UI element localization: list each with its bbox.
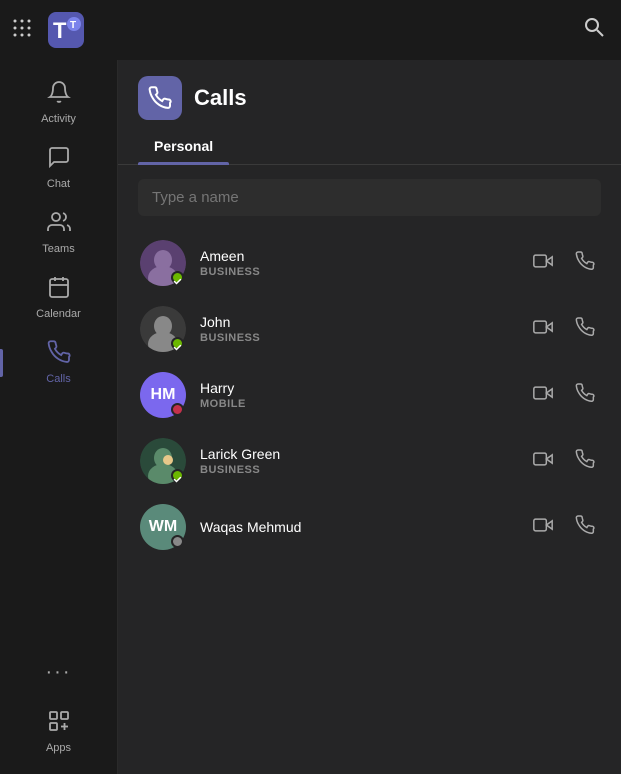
contact-type-larick: BUSINESS bbox=[200, 464, 529, 476]
sidebar-item-calls[interactable]: Calls bbox=[0, 330, 117, 395]
avatar-wrap-ameen bbox=[140, 240, 186, 286]
teams-icon bbox=[47, 210, 71, 240]
audio-call-button-harry[interactable] bbox=[571, 379, 599, 412]
chat-icon bbox=[47, 145, 71, 175]
main-header: Calls bbox=[118, 60, 621, 120]
contact-info-ameen: Ameen BUSINESS bbox=[200, 248, 529, 278]
contact-info-larick: Larick Green BUSINESS bbox=[200, 446, 529, 476]
contact-row-larick[interactable]: Larick Green BUSINESS bbox=[128, 428, 611, 494]
contact-row-ameen[interactable]: Ameen BUSINESS bbox=[128, 230, 611, 296]
video-call-button-waqas[interactable] bbox=[529, 511, 557, 544]
tabs-bar: Personal bbox=[118, 128, 621, 165]
sidebar: Activity Chat Teams bbox=[0, 60, 118, 774]
contact-actions-waqas bbox=[529, 511, 599, 544]
video-call-button-ameen[interactable] bbox=[529, 247, 557, 280]
video-call-button-larick[interactable] bbox=[529, 445, 557, 478]
status-dot-john bbox=[171, 337, 184, 350]
contact-actions-harry bbox=[529, 379, 599, 412]
calls-sidebar-icon bbox=[47, 340, 71, 370]
sidebar-item-teams[interactable]: Teams bbox=[0, 200, 117, 265]
contact-info-waqas: Waqas Mehmud bbox=[200, 519, 529, 535]
teams-logo: T T bbox=[48, 12, 84, 48]
audio-call-button-ameen[interactable] bbox=[571, 247, 599, 280]
calendar-icon bbox=[47, 275, 71, 305]
contact-row-harry[interactable]: HM Harry MOBILE bbox=[128, 362, 611, 428]
avatar-wrap-larick bbox=[140, 438, 186, 484]
search-icon[interactable] bbox=[583, 16, 605, 44]
contact-name-ameen: Ameen bbox=[200, 248, 529, 264]
apps-icon bbox=[47, 709, 71, 739]
top-bar: T T bbox=[0, 0, 621, 60]
more-icon: ··· bbox=[46, 661, 72, 684]
contact-type-john: BUSINESS bbox=[200, 332, 529, 344]
grid-icon[interactable] bbox=[12, 18, 32, 43]
status-dot-harry bbox=[171, 403, 184, 416]
sidebar-item-chat[interactable]: Chat bbox=[0, 135, 117, 200]
contact-info-john: John BUSINESS bbox=[200, 314, 529, 344]
contact-name-john: John bbox=[200, 314, 529, 330]
audio-call-button-larick[interactable] bbox=[571, 445, 599, 478]
sidebar-item-activity[interactable]: Activity bbox=[0, 70, 117, 135]
video-call-button-harry[interactable] bbox=[529, 379, 557, 412]
status-dot-waqas bbox=[171, 535, 184, 548]
main-panel: Calls Personal Ameen BUSINESS bbox=[118, 60, 621, 774]
search-input[interactable] bbox=[152, 189, 587, 206]
sidebar-more-button[interactable]: ··· bbox=[0, 651, 117, 694]
sidebar-label-apps: Apps bbox=[46, 742, 71, 754]
contact-list: Ameen BUSINESS John BU bbox=[118, 230, 621, 774]
contact-row-waqas[interactable]: WM Waqas Mehmud bbox=[128, 494, 611, 560]
avatar-wrap-waqas: WM bbox=[140, 504, 186, 550]
contact-name-larick: Larick Green bbox=[200, 446, 529, 462]
audio-call-button-waqas[interactable] bbox=[571, 511, 599, 544]
contact-actions-larick bbox=[529, 445, 599, 478]
contact-row-john[interactable]: John BUSINESS bbox=[128, 296, 611, 362]
avatar-wrap-john bbox=[140, 306, 186, 352]
sidebar-item-calendar[interactable]: Calendar bbox=[0, 265, 117, 330]
contact-actions-ameen bbox=[529, 247, 599, 280]
active-indicator bbox=[0, 349, 3, 377]
contact-name-waqas: Waqas Mehmud bbox=[200, 519, 529, 535]
avatar-wrap-harry: HM bbox=[140, 372, 186, 418]
contact-type-harry: MOBILE bbox=[200, 398, 529, 410]
sidebar-item-apps[interactable]: Apps bbox=[0, 699, 117, 764]
activity-icon bbox=[47, 80, 71, 110]
svg-text:T: T bbox=[53, 18, 67, 43]
sidebar-label-teams: Teams bbox=[42, 243, 74, 255]
search-box[interactable] bbox=[138, 179, 601, 216]
sidebar-label-chat: Chat bbox=[47, 178, 70, 190]
sidebar-label-calendar: Calendar bbox=[36, 308, 81, 320]
contact-name-harry: Harry bbox=[200, 380, 529, 396]
video-call-button-john[interactable] bbox=[529, 313, 557, 346]
status-dot-larick bbox=[171, 469, 184, 482]
audio-call-button-john[interactable] bbox=[571, 313, 599, 346]
calls-header-icon bbox=[138, 76, 182, 120]
sidebar-label-activity: Activity bbox=[41, 113, 76, 125]
sidebar-label-calls: Calls bbox=[46, 373, 70, 385]
status-dot-ameen bbox=[171, 271, 184, 284]
page-title: Calls bbox=[194, 85, 247, 111]
tab-personal[interactable]: Personal bbox=[138, 128, 229, 164]
svg-text:T: T bbox=[70, 20, 76, 31]
contact-type-ameen: BUSINESS bbox=[200, 266, 529, 278]
contact-actions-john bbox=[529, 313, 599, 346]
contact-info-harry: Harry MOBILE bbox=[200, 380, 529, 410]
